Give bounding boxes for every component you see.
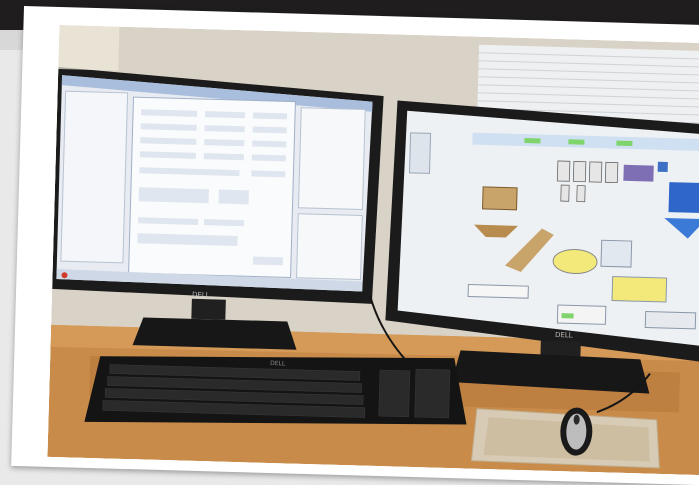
wall-highlight: [58, 24, 120, 71]
left-monitor-neck: [191, 298, 226, 320]
scada-info-box: [600, 239, 633, 268]
keyboard: DELL: [84, 356, 467, 425]
scada-indicator-3: [616, 140, 633, 147]
photo-frame: DELL DELL DELL: [11, 6, 699, 485]
workstation-photo: DELL DELL DELL: [47, 24, 699, 476]
scada-status-box: [467, 284, 529, 299]
scada-readout: [644, 310, 697, 330]
left-screen-rightpanel-2: [296, 213, 363, 281]
scada-blue-small: [657, 161, 668, 173]
left-monitor-logo: DELL: [192, 291, 210, 299]
left-monitor-base: [132, 317, 297, 350]
scada-indicator-1: [524, 138, 541, 144]
scada-purple-block: [623, 164, 654, 182]
scada-blue-tank: [668, 182, 699, 214]
scada-yellow-panel: [611, 276, 668, 303]
scada-indicator-2: [568, 139, 585, 145]
keyboard-logo: DELL: [270, 360, 286, 367]
scada-bottom-indicator: [561, 313, 574, 319]
right-monitor-logo: DELL: [555, 331, 573, 339]
scada-left-panel: [408, 132, 432, 174]
photo-scene: DELL DELL DELL: [47, 24, 699, 476]
left-screen-sidepanel: [60, 90, 129, 264]
scada-brown-hopper: [482, 186, 518, 211]
left-screen-rightpanel: [297, 107, 366, 211]
